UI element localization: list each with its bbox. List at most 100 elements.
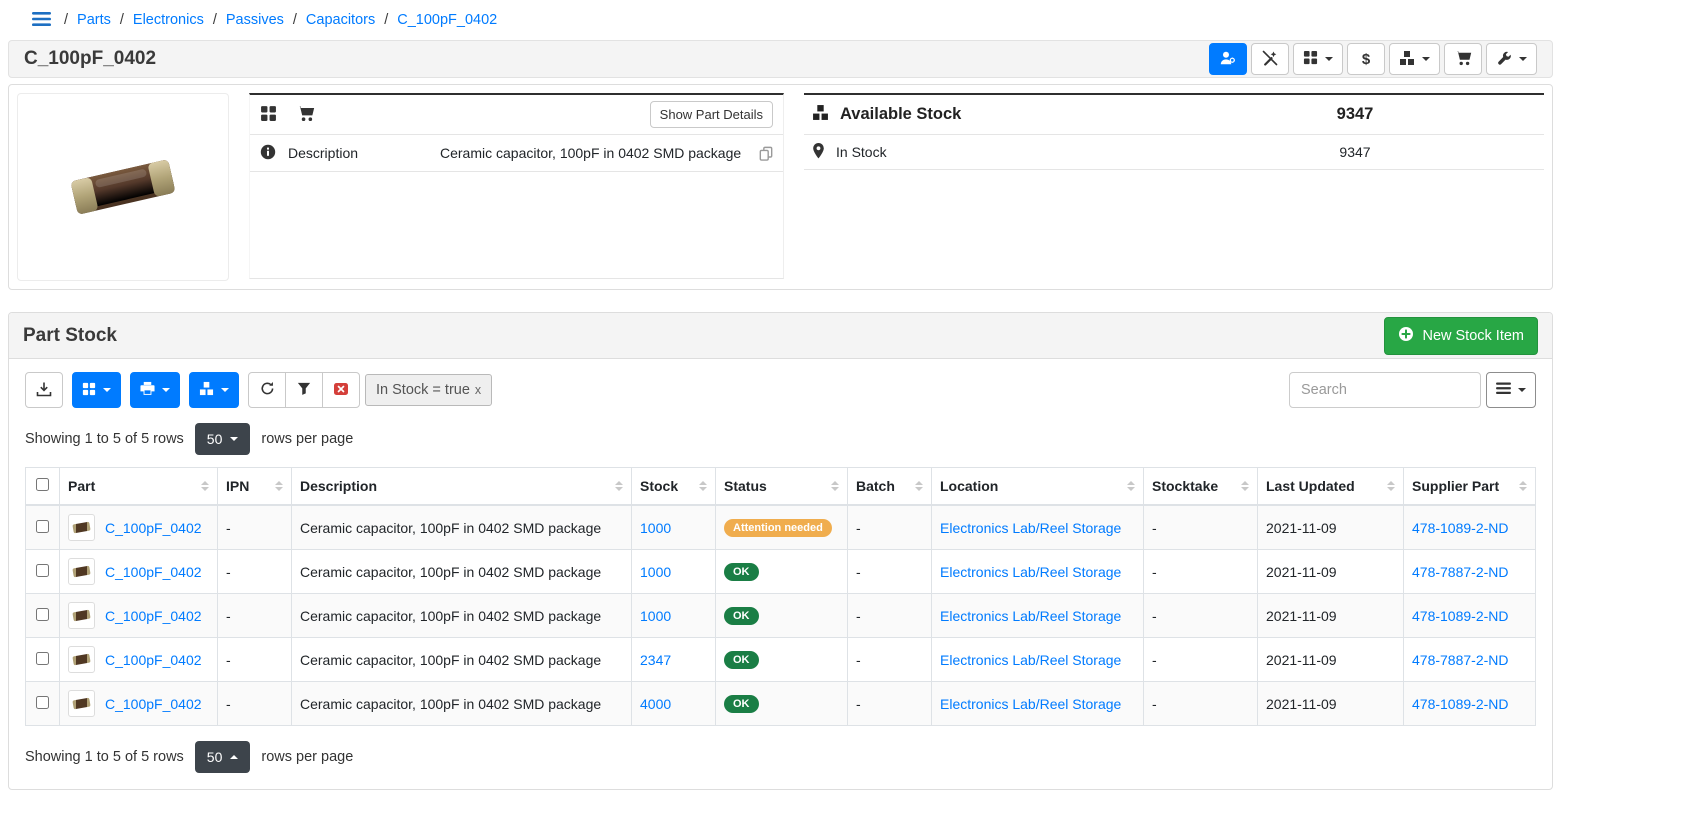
row-checkbox[interactable] — [36, 652, 49, 665]
column-header-description: Description — [300, 478, 377, 494]
part-link[interactable]: C_100pF_0402 — [105, 564, 202, 580]
order-part-button[interactable] — [297, 105, 315, 125]
ipn-cell: - — [218, 682, 292, 726]
part-link[interactable]: C_100pF_0402 — [105, 696, 202, 712]
part-options-dropdown[interactable] — [1486, 43, 1537, 75]
location-link[interactable]: Electronics Lab/Reel Storage — [940, 520, 1121, 536]
cart-icon — [1455, 50, 1472, 69]
print-reports-dropdown[interactable] — [130, 372, 180, 408]
stock-link[interactable]: 1000 — [640, 520, 671, 536]
copy-icon[interactable] — [759, 146, 773, 161]
download-button[interactable] — [25, 372, 63, 408]
breadcrumb-item-current-part[interactable]: C_100pF_0402 — [397, 12, 497, 28]
stock-link[interactable]: 1000 — [640, 608, 671, 624]
page-size-dropdown[interactable]: 50 — [195, 741, 251, 773]
sort-icon[interactable] — [831, 481, 839, 491]
select-all-checkbox[interactable] — [36, 478, 49, 491]
row-checkbox[interactable] — [36, 520, 49, 533]
print-labels-dropdown[interactable] — [72, 372, 121, 408]
batch-cell: - — [848, 550, 932, 594]
new-stock-item-button[interactable]: New Stock Item — [1384, 317, 1538, 355]
sort-icon[interactable] — [1127, 481, 1135, 491]
capacitor-thumb-icon — [72, 698, 90, 710]
chevron-down-icon — [1325, 57, 1333, 61]
location-link[interactable]: Electronics Lab/Reel Storage — [940, 652, 1121, 668]
clear-filters-button[interactable] — [322, 372, 360, 408]
page-container: / Parts / Electronics / Passives / Capac… — [8, 0, 1553, 790]
supplier-part-link[interactable]: 478-7887-2-ND — [1412, 564, 1509, 580]
breadcrumb-item-capacitors[interactable]: Capacitors — [306, 12, 375, 28]
grid-icon — [82, 382, 96, 399]
breadcrumb-separator: / — [293, 12, 297, 28]
supplier-part-link[interactable]: 478-1089-2-ND — [1412, 520, 1509, 536]
show-part-details-button[interactable]: Show Part Details — [650, 101, 773, 128]
breadcrumb-item-electronics[interactable]: Electronics — [133, 12, 204, 28]
sort-icon[interactable] — [699, 481, 707, 491]
table-row: C_100pF_0402 - Ceramic capacitor, 100pF … — [26, 638, 1536, 682]
part-link[interactable]: C_100pF_0402 — [105, 608, 202, 624]
description-cell: Ceramic capacitor, 100pF in 0402 SMD pac… — [292, 638, 632, 682]
in-stock-label: In Stock — [836, 144, 887, 160]
admin-user-button[interactable] — [1209, 43, 1247, 75]
active-filter-chip: In Stock = true x — [365, 374, 492, 406]
cart-icon — [297, 105, 315, 125]
part-image[interactable] — [17, 93, 229, 281]
sort-icon[interactable] — [201, 481, 209, 491]
list-icon — [1496, 382, 1511, 398]
sort-icon[interactable] — [1241, 481, 1249, 491]
supplier-part-link[interactable]: 478-1089-2-ND — [1412, 608, 1509, 624]
part-thumbnail — [68, 646, 95, 673]
stock-link[interactable]: 2347 — [640, 652, 671, 668]
breadcrumb-item-passives[interactable]: Passives — [226, 12, 284, 28]
page-size-dropdown[interactable]: 50 — [195, 423, 251, 455]
filter-button[interactable] — [285, 372, 323, 408]
location-link[interactable]: Electronics Lab/Reel Storage — [940, 608, 1121, 624]
description-value: Ceramic capacitor, 100pF in 0402 SMD pac… — [440, 145, 747, 161]
boxes-icon — [812, 104, 829, 126]
barcode-unlink-button[interactable] — [1251, 43, 1289, 75]
remove-filter-icon[interactable]: x — [475, 383, 481, 397]
stock-link[interactable]: 1000 — [640, 564, 671, 580]
stocktake-cell: - — [1144, 682, 1258, 726]
sort-icon[interactable] — [275, 481, 283, 491]
status-badge: OK — [724, 563, 759, 581]
row-checkbox[interactable] — [36, 696, 49, 709]
row-checkbox[interactable] — [36, 608, 49, 621]
supplier-part-link[interactable]: 478-7887-2-ND — [1412, 652, 1509, 668]
boxes-icon — [1399, 50, 1415, 69]
available-stock-label: Available Stock — [840, 105, 961, 124]
clear-filter-icon — [333, 381, 349, 400]
menu-toggle-button[interactable] — [32, 11, 51, 30]
chevron-down-icon — [162, 388, 170, 392]
breadcrumb-item-parts[interactable]: Parts — [77, 12, 111, 28]
sort-icon[interactable] — [615, 481, 623, 491]
last-updated-cell: 2021-11-09 — [1258, 505, 1404, 550]
buy-part-button[interactable] — [1444, 43, 1482, 75]
search-input[interactable] — [1289, 372, 1481, 408]
sort-icon[interactable] — [1387, 481, 1395, 491]
table-view-dropdown[interactable] — [1486, 372, 1536, 408]
description-cell: Ceramic capacitor, 100pF in 0402 SMD pac… — [292, 594, 632, 638]
column-header-status: Status — [724, 478, 767, 494]
row-checkbox[interactable] — [36, 564, 49, 577]
location-link[interactable]: Electronics Lab/Reel Storage — [940, 564, 1121, 580]
pricing-button[interactable]: $ — [1347, 43, 1385, 75]
location-link[interactable]: Electronics Lab/Reel Storage — [940, 696, 1121, 712]
part-summary-panel: Show Part Details Description Ceramic ca… — [249, 93, 784, 279]
supplier-part-link[interactable]: 478-1089-2-ND — [1412, 696, 1509, 712]
print-actions-dropdown[interactable] — [1293, 43, 1343, 75]
grid-view-button[interactable] — [260, 105, 277, 125]
batch-cell: - — [848, 594, 932, 638]
ipn-cell: - — [218, 594, 292, 638]
stock-actions-dropdown[interactable] — [1389, 43, 1440, 75]
column-header-part: Part — [68, 478, 95, 494]
refresh-button[interactable] — [248, 372, 286, 408]
sort-icon[interactable] — [915, 481, 923, 491]
pagination-summary: Showing 1 to 5 of 5 rows — [25, 431, 184, 447]
part-link[interactable]: C_100pF_0402 — [105, 652, 202, 668]
stock-link[interactable]: 4000 — [640, 696, 671, 712]
funnel-icon — [297, 381, 311, 399]
part-link[interactable]: C_100pF_0402 — [105, 520, 202, 536]
stock-options-dropdown[interactable] — [189, 372, 239, 408]
sort-icon[interactable] — [1519, 481, 1527, 491]
